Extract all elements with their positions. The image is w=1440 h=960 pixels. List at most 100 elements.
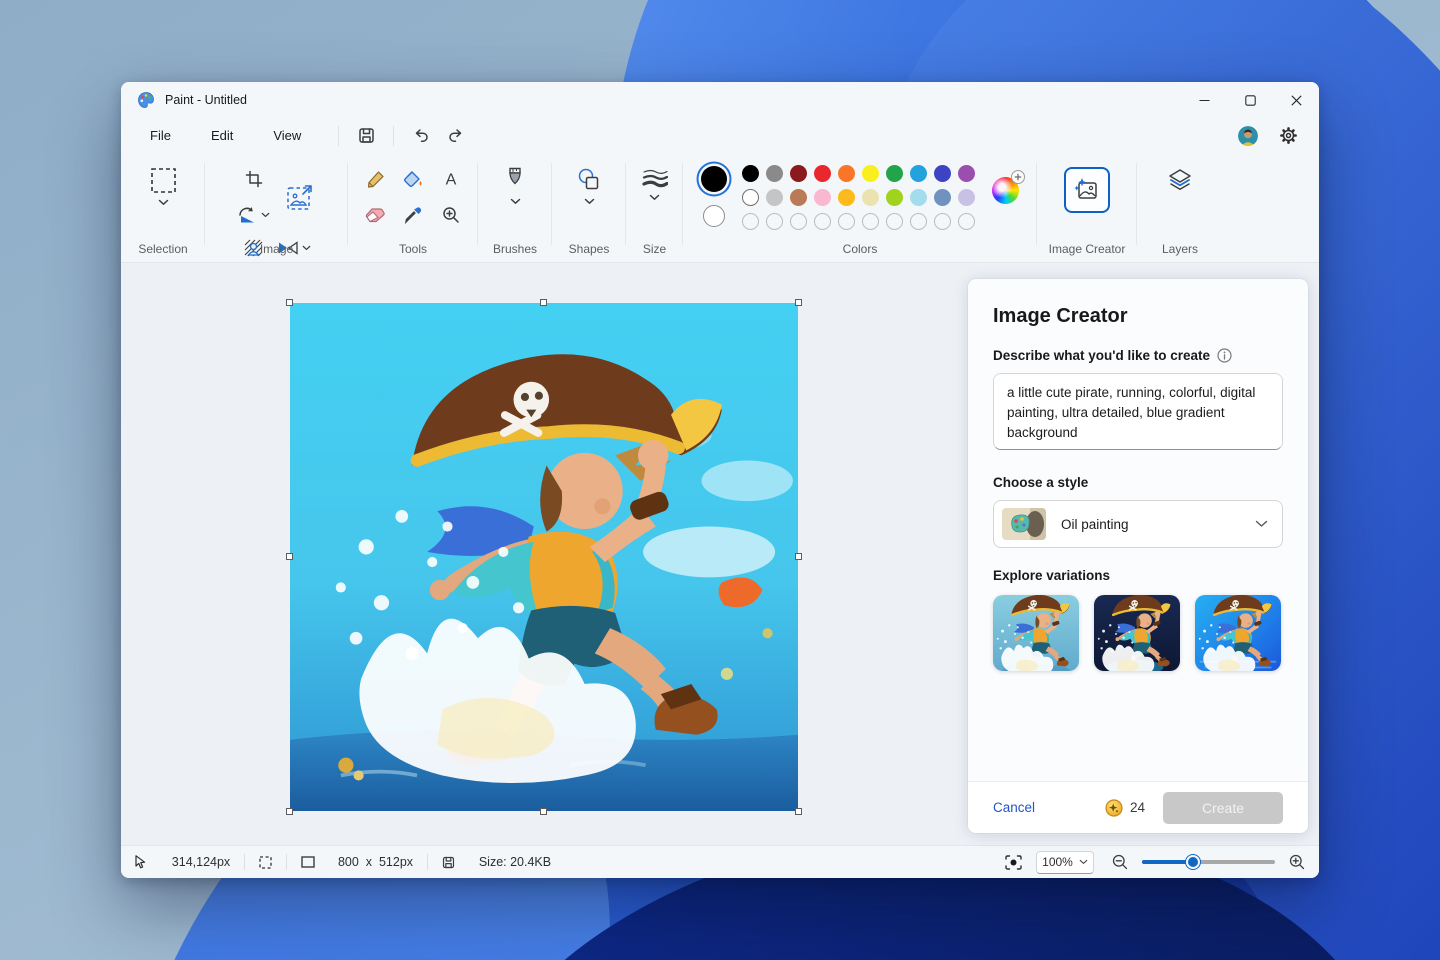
- ribbon-group-tools: A: [348, 153, 478, 262]
- selection-handle[interactable]: [795, 553, 802, 560]
- color-swatch[interactable]: [862, 165, 879, 182]
- color-swatch[interactable]: [766, 189, 783, 206]
- ribbon-group-colors: Colors: [683, 153, 1037, 262]
- color-swatch[interactable]: [814, 189, 831, 206]
- menu-edit[interactable]: Edit: [198, 124, 246, 147]
- close-button[interactable]: [1273, 82, 1319, 118]
- titlebar[interactable]: Paint - Untitled: [121, 82, 1319, 118]
- color-swatch-empty[interactable]: [814, 213, 831, 230]
- shapes-icon[interactable]: [576, 167, 602, 193]
- color-swatch[interactable]: [910, 189, 927, 206]
- paint-window: Paint - Untitled File Edit View: [121, 82, 1319, 878]
- zoom-level-dropdown[interactable]: 100%: [1036, 851, 1094, 874]
- variation-thumbnail-2[interactable]: [1094, 595, 1180, 671]
- text-icon[interactable]: A: [442, 170, 460, 188]
- zoom-fit-icon[interactable]: [1005, 855, 1022, 870]
- canvas-selection: [290, 303, 798, 811]
- prompt-input[interactable]: a little cute pirate, running, colorful,…: [993, 373, 1283, 450]
- chevron-down-icon[interactable]: [158, 199, 169, 206]
- canvas-image[interactable]: [290, 303, 798, 811]
- color-swatch[interactable]: [838, 165, 855, 182]
- settings-gear-icon[interactable]: [1280, 127, 1297, 144]
- secondary-color-swatch[interactable]: [703, 205, 725, 227]
- line-size-icon[interactable]: [642, 167, 668, 189]
- variation-thumbnail-3[interactable]: [1195, 595, 1281, 671]
- color-swatch[interactable]: [934, 165, 951, 182]
- color-swatch-empty[interactable]: [910, 213, 927, 230]
- color-swatch[interactable]: [862, 189, 879, 206]
- selection-handle[interactable]: [286, 808, 293, 815]
- info-icon[interactable]: [1217, 348, 1232, 363]
- fill-icon[interactable]: [403, 170, 423, 189]
- account-avatar[interactable]: [1238, 126, 1258, 146]
- color-swatch-empty[interactable]: [862, 213, 879, 230]
- color-swatch[interactable]: [910, 165, 927, 182]
- color-swatch[interactable]: [886, 165, 903, 182]
- selection-handle[interactable]: [795, 808, 802, 815]
- file-size: Size: 20.4KB: [479, 855, 551, 869]
- color-swatch-empty[interactable]: [886, 213, 903, 230]
- image-creator-panel: Image Creator Describe what you'd like t…: [968, 279, 1308, 833]
- ribbon-group-label: Colors: [683, 242, 1037, 256]
- selection-handle[interactable]: [795, 299, 802, 306]
- variation-thumbnail-1[interactable]: [993, 595, 1079, 671]
- chevron-down-icon[interactable]: [510, 198, 521, 205]
- resize-icon[interactable]: [285, 182, 315, 212]
- zoom-slider[interactable]: [1142, 855, 1275, 869]
- pencil-icon[interactable]: [366, 170, 385, 189]
- primary-color-swatch[interactable]: [701, 166, 727, 192]
- selection-handle[interactable]: [540, 808, 547, 815]
- minimize-button[interactable]: [1181, 82, 1227, 118]
- color-swatch[interactable]: [958, 189, 975, 206]
- image-creator-button[interactable]: [1064, 167, 1110, 213]
- layers-icon[interactable]: [1167, 167, 1193, 193]
- panel-footer: Cancel 24 Create: [968, 781, 1308, 833]
- ribbon-group-label: Image Creator: [1037, 242, 1137, 256]
- color-swatch-empty[interactable]: [934, 213, 951, 230]
- color-swatch[interactable]: [766, 165, 783, 182]
- color-swatch[interactable]: [790, 165, 807, 182]
- color-swatch-empty[interactable]: [742, 213, 759, 230]
- color-swatch[interactable]: [790, 189, 807, 206]
- crop-icon[interactable]: [245, 170, 263, 188]
- zoom-slider-thumb[interactable]: [1186, 855, 1200, 869]
- zoom-in-icon[interactable]: [1289, 854, 1305, 870]
- color-swatch[interactable]: [838, 189, 855, 206]
- brush-icon[interactable]: [504, 167, 526, 193]
- color-swatch[interactable]: [934, 189, 951, 206]
- color-palette-grid: [742, 165, 975, 230]
- color-swatch[interactable]: [886, 189, 903, 206]
- eraser-icon[interactable]: [365, 207, 385, 224]
- color-swatch-empty[interactable]: [838, 213, 855, 230]
- color-swatch[interactable]: [958, 165, 975, 182]
- color-swatch-empty[interactable]: [958, 213, 975, 230]
- ribbon-group-label: Tools: [348, 242, 478, 256]
- selection-handle[interactable]: [286, 553, 293, 560]
- color-swatch-empty[interactable]: [766, 213, 783, 230]
- canvas-size: 800 x 512px: [338, 855, 413, 869]
- maximize-button[interactable]: [1227, 82, 1273, 118]
- rotate-icon[interactable]: [237, 206, 270, 224]
- redo-button[interactable]: [438, 123, 472, 149]
- undo-button[interactable]: [404, 123, 438, 149]
- save-button[interactable]: [349, 123, 383, 149]
- color-picker-icon[interactable]: [404, 206, 422, 224]
- menu-file[interactable]: File: [137, 124, 184, 147]
- add-color-plus-icon: [1011, 170, 1025, 184]
- create-button[interactable]: Create: [1163, 792, 1283, 824]
- cancel-button[interactable]: Cancel: [993, 800, 1035, 815]
- selection-handle[interactable]: [286, 299, 293, 306]
- chevron-down-icon[interactable]: [649, 194, 660, 201]
- style-dropdown[interactable]: Oil painting: [993, 500, 1283, 548]
- color-swatch-empty[interactable]: [790, 213, 807, 230]
- magnifier-icon[interactable]: [442, 206, 460, 224]
- color-swatch[interactable]: [814, 165, 831, 182]
- selection-handle[interactable]: [540, 299, 547, 306]
- selection-rect-icon[interactable]: [150, 167, 177, 194]
- chevron-down-icon[interactable]: [584, 198, 595, 205]
- color-swatch[interactable]: [742, 165, 759, 182]
- menu-view[interactable]: View: [260, 124, 314, 147]
- zoom-out-icon[interactable]: [1112, 854, 1128, 870]
- ribbon-group-layers: Layers: [1137, 153, 1223, 262]
- color-swatch[interactable]: [742, 189, 759, 206]
